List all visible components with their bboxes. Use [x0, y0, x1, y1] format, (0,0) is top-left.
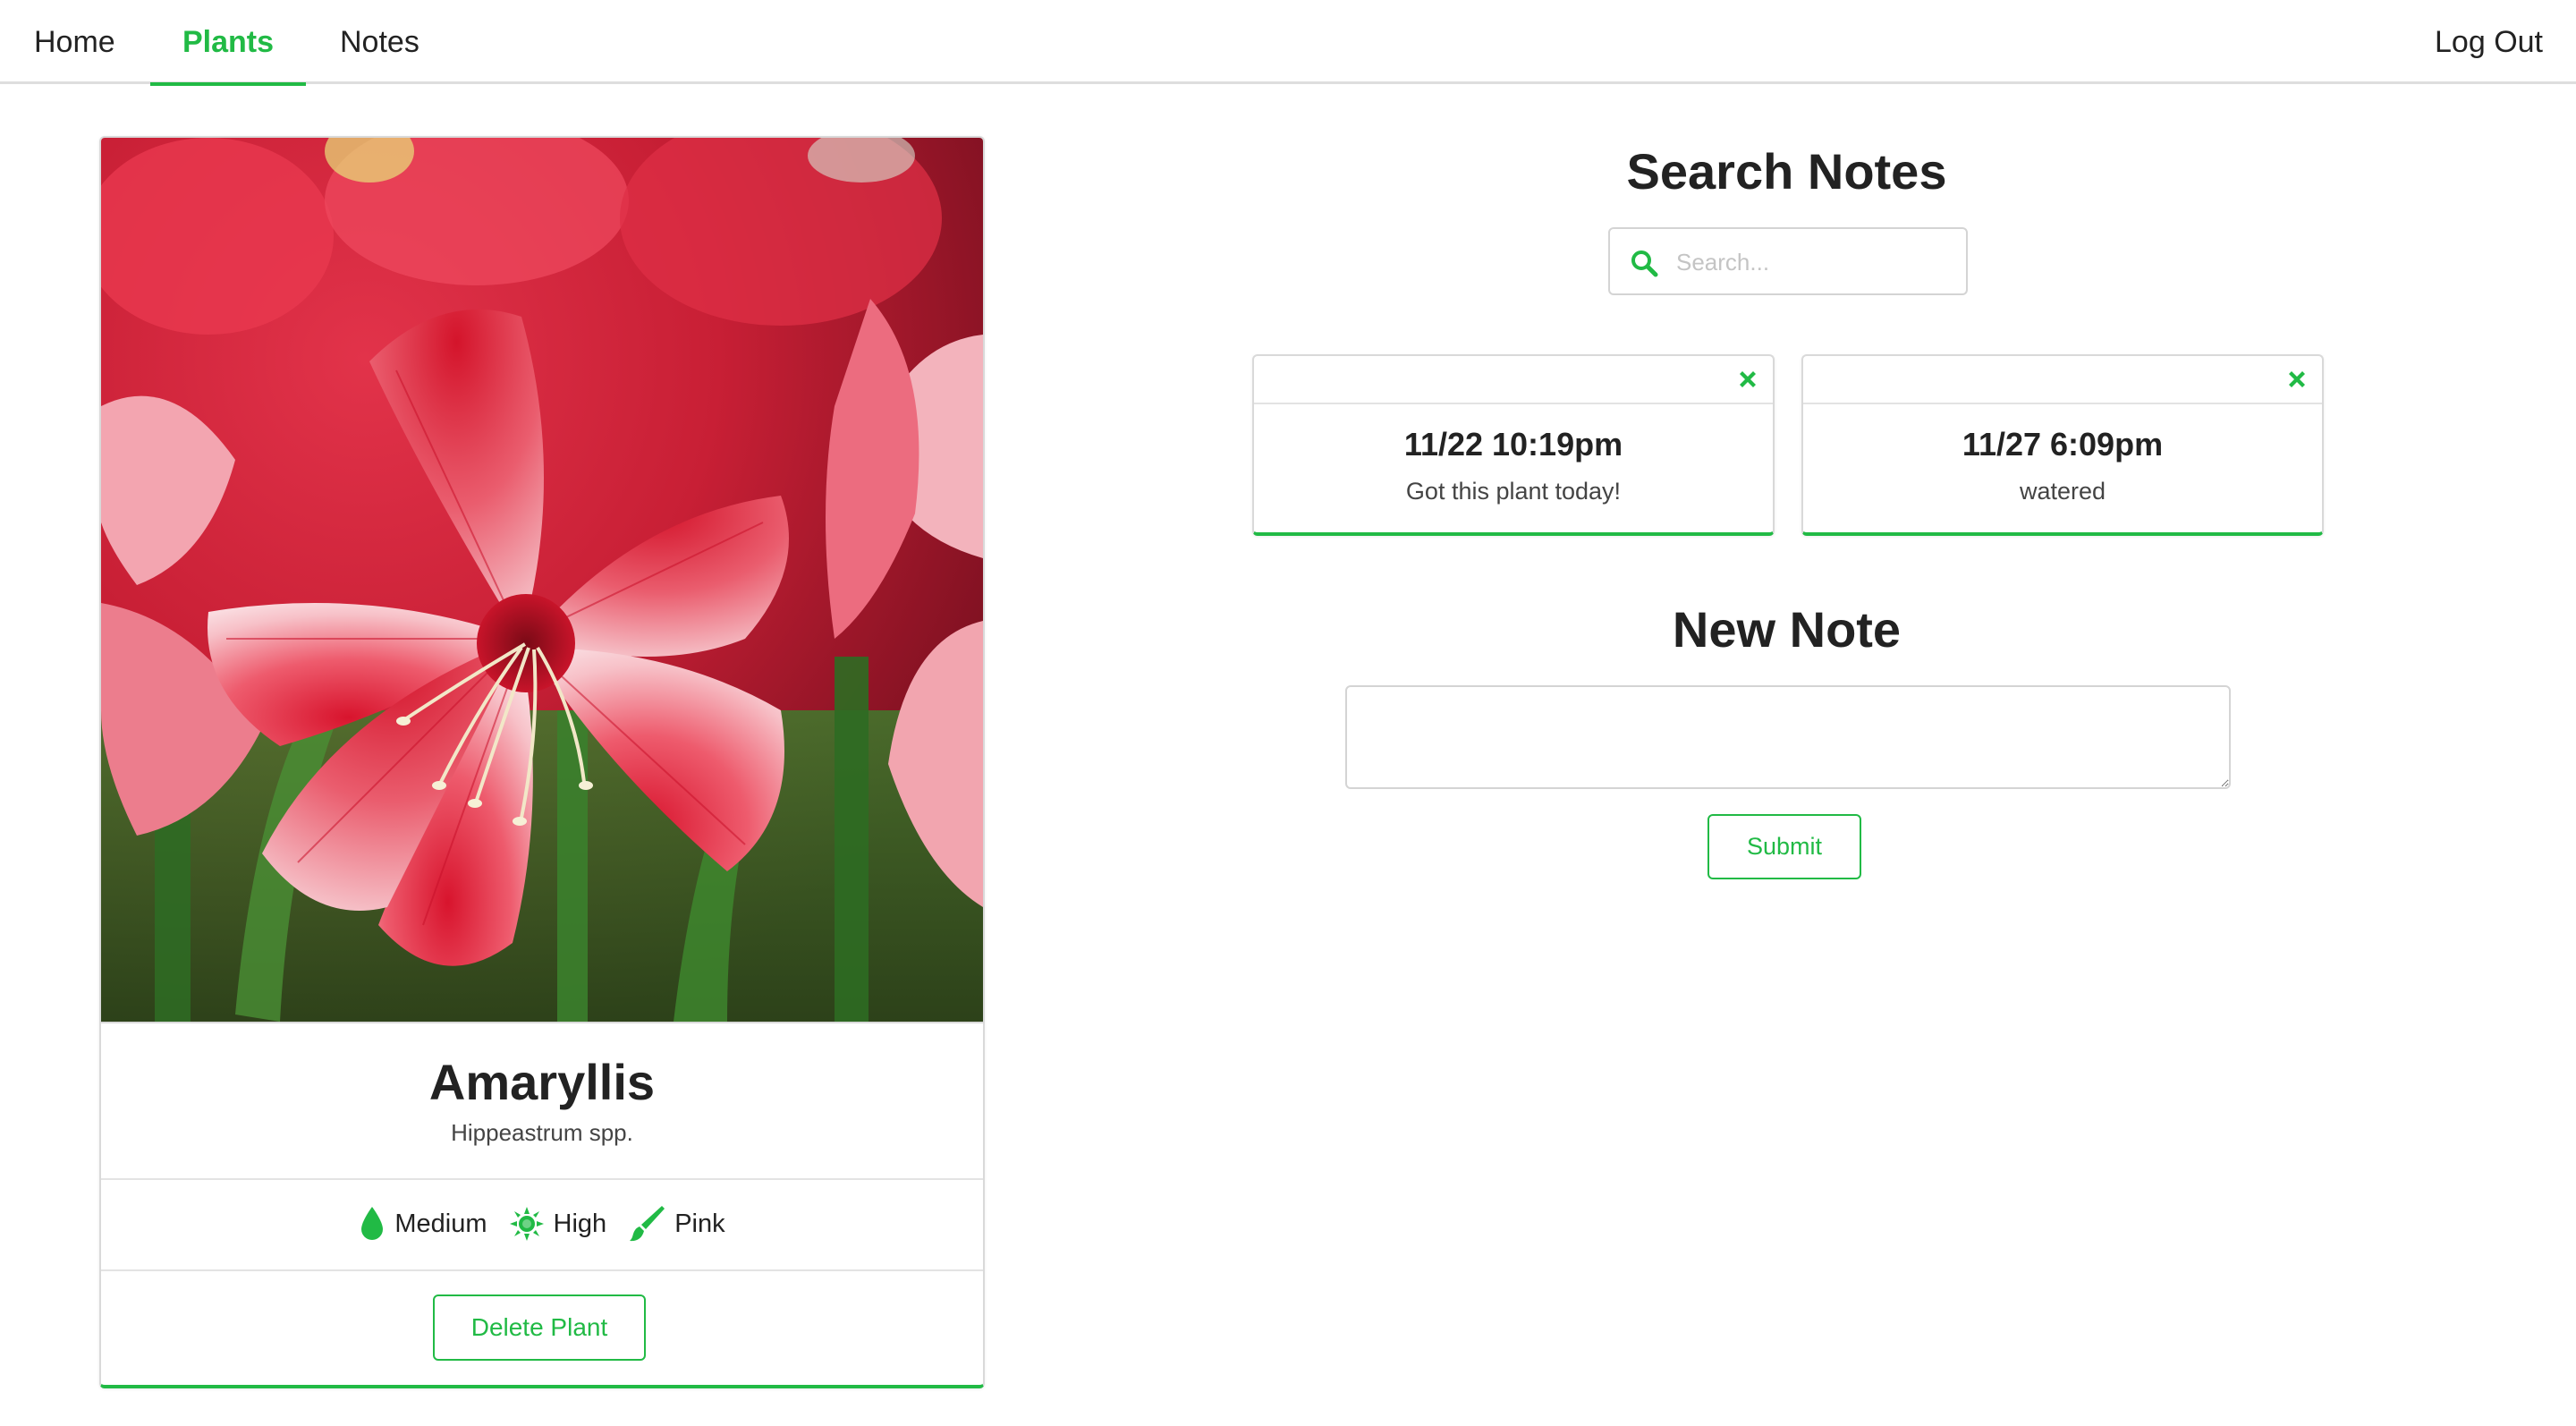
- divider: [101, 1269, 983, 1271]
- search-notes-title: Search Notes: [1626, 143, 1947, 199]
- plant-scientific-name: Hippeastrum spp.: [451, 1119, 633, 1146]
- search-input[interactable]: [1674, 229, 1955, 295]
- search-icon: [1631, 250, 1658, 277]
- note-timestamp: 11/22 10:19pm: [1403, 426, 1623, 463]
- note-card-header: [1254, 356, 1773, 404]
- paintbrush-icon: [630, 1206, 665, 1242]
- plant-photo: [101, 138, 983, 1022]
- note-timestamp: 11/27 6:09pm: [1962, 426, 2164, 463]
- new-note-title: New Note: [1672, 601, 1902, 658]
- note-text: Got this plant today!: [1405, 478, 1622, 505]
- water-attribute: Medium: [359, 1205, 487, 1243]
- note-text: watered: [2019, 478, 2106, 505]
- sun-label: High: [553, 1209, 607, 1238]
- top-nav: Home Plants Notes Log Out: [0, 0, 2576, 86]
- sun-attribute: High: [509, 1206, 607, 1242]
- nav-plants[interactable]: Plants: [150, 0, 306, 86]
- delete-plant-button[interactable]: Delete Plant: [433, 1294, 646, 1361]
- plant-attributes: Medium High Pink: [101, 1179, 983, 1269]
- note-card-header: [1803, 356, 2322, 404]
- close-icon[interactable]: [2284, 367, 2309, 392]
- water-drop-icon: [361, 1207, 384, 1240]
- water-label: Medium: [394, 1209, 487, 1238]
- nav-home[interactable]: Home: [34, 0, 115, 86]
- submit-button[interactable]: Submit: [1707, 814, 1861, 879]
- sun-icon: [509, 1207, 544, 1241]
- close-icon[interactable]: [1735, 367, 1760, 392]
- note-card: 11/22 10:19pm Got this plant today!: [1252, 354, 1775, 536]
- logout-link[interactable]: Log Out: [2435, 0, 2543, 86]
- note-card: 11/27 6:09pm watered: [1801, 354, 2324, 536]
- new-note-textarea[interactable]: [1345, 685, 2231, 789]
- nav-notes[interactable]: Notes: [340, 0, 419, 86]
- search-box: [1608, 227, 1968, 295]
- color-label: Pink: [674, 1209, 725, 1238]
- color-attribute: Pink: [628, 1204, 725, 1244]
- plant-name: Amaryllis: [428, 1054, 656, 1110]
